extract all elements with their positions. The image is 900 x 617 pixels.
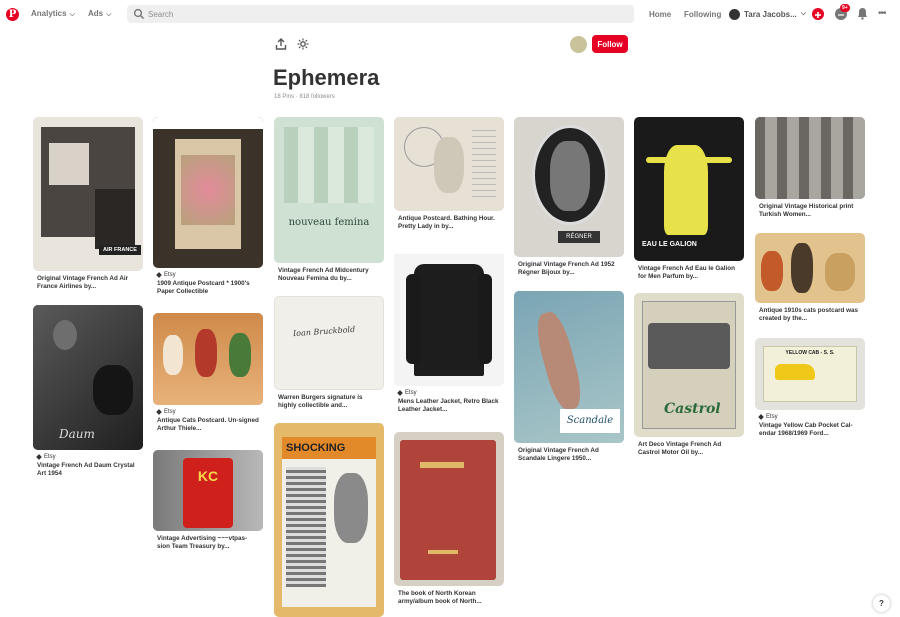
pin-card[interactable]: RÉGNER Original Vintage French Ad 1952 R… — [514, 117, 624, 277]
pin-card[interactable]: AIR FRANCE Original Vintage French Ad Ai… — [33, 117, 143, 291]
home-link[interactable]: Home — [649, 10, 671, 19]
tag-icon — [156, 409, 162, 415]
pin-image[interactable] — [394, 244, 504, 386]
pin-image[interactable] — [153, 117, 263, 268]
pin-card[interactable]: Original Vintage Historical print Turkis… — [755, 117, 865, 219]
profile-menu[interactable]: Tara Jacobs... ⌵ — [729, 7, 806, 21]
pin-image[interactable]: EAU LE GALION — [634, 117, 744, 261]
pin-image[interactable]: SHOCKING — [274, 423, 384, 617]
pin-image[interactable] — [394, 432, 504, 586]
pin-image[interactable]: Scandale — [514, 291, 624, 443]
follow-button[interactable]: Follow — [592, 35, 628, 53]
board-stats: 18 Pins · 818 followers — [274, 94, 335, 100]
pin-image[interactable] — [394, 117, 504, 211]
pin-image[interactable]: AIR FRANCE — [33, 117, 143, 271]
pin-card[interactable]: Antique 1910s cats postcard was created … — [755, 233, 865, 323]
pin-card[interactable]: Daum Etsy Vintage French Ad Daum Crystal… — [33, 305, 143, 478]
pin-image[interactable]: RÉGNER — [514, 117, 624, 257]
following-link[interactable]: Following — [684, 10, 721, 19]
ads-menu[interactable]: Ads ⌵ — [88, 9, 111, 19]
search-bar — [127, 5, 634, 23]
bell-icon[interactable] — [857, 7, 868, 20]
pin-card[interactable]: YELLOW CAB - S. S. Etsy Vintage Yellow C… — [755, 338, 865, 438]
pin-image[interactable]: nouveau femina — [274, 117, 384, 263]
pin-card[interactable]: Etsy Mens Leather Jacket, Retro Black Le… — [394, 244, 504, 414]
help-button[interactable]: ? — [873, 595, 890, 612]
pin-card[interactable]: SHOCKING — [274, 423, 384, 617]
pin-card[interactable]: KC Vintage Advertising ~~~vtpas-sion Tea… — [153, 450, 263, 551]
more-options-icon[interactable]: ••• — [878, 8, 886, 19]
board-title: Ephemera — [273, 65, 380, 90]
more-ideas-icon[interactable] — [297, 38, 309, 50]
board-owner-avatar[interactable] — [570, 36, 587, 53]
create-plus-icon[interactable] — [812, 8, 824, 20]
tag-icon — [758, 414, 764, 420]
pin-card[interactable]: The book of North Korean army/album book… — [394, 432, 504, 606]
search-input[interactable] — [148, 7, 618, 21]
pin-card[interactable]: EAU LE GALION Vintage French Ad Eau le G… — [634, 117, 744, 281]
pin-image[interactable] — [153, 313, 263, 405]
pin-card[interactable]: Scandale Original Vintage French Ad Scan… — [514, 291, 624, 463]
pin-image[interactable]: YELLOW CAB - S. S. — [755, 338, 865, 410]
share-icon[interactable] — [275, 38, 287, 50]
pin-card[interactable]: Castrol Art Deco Vintage French Ad Castr… — [634, 293, 744, 457]
analytics-menu[interactable]: Analytics ⌵ — [31, 9, 75, 19]
pin-image[interactable]: Ioan Bruckbold — [274, 296, 384, 390]
top-nav-bar: P Analytics⌵ Ads⌵ Home Following Tara Ja… — [0, 0, 900, 29]
pin-image[interactable]: Castrol — [634, 293, 744, 437]
search-icon — [133, 8, 145, 20]
chevron-down-icon: ⌵ — [106, 11, 112, 18]
pin-card[interactable]: nouveau femina Vintage French Ad Midcent… — [274, 117, 384, 283]
notification-badge: 9+ — [840, 4, 850, 12]
avatar — [729, 8, 740, 20]
pin-image[interactable]: KC — [153, 450, 263, 531]
tag-icon — [36, 454, 42, 460]
pinterest-logo-icon[interactable]: P — [6, 8, 19, 21]
pin-card[interactable]: Antique Postcard. Bathing Hour. Pretty L… — [394, 117, 504, 231]
pin-image[interactable] — [755, 117, 865, 199]
chevron-down-icon: ⌵ — [69, 11, 75, 18]
pin-image[interactable]: Daum — [33, 305, 143, 450]
pin-card[interactable]: Etsy 1909 Antique Postcard * 1900's Pape… — [153, 117, 263, 296]
pin-image[interactable] — [755, 233, 865, 303]
pin-card[interactable]: Ioan Bruckbold Warren Burgers signature … — [274, 296, 384, 410]
tag-icon — [397, 390, 403, 396]
pin-card[interactable]: Etsy Antique Cats Postcard. Un-signed Ar… — [153, 313, 263, 433]
chevron-down-icon: ⌵ — [800, 10, 807, 17]
tag-icon — [156, 272, 162, 278]
